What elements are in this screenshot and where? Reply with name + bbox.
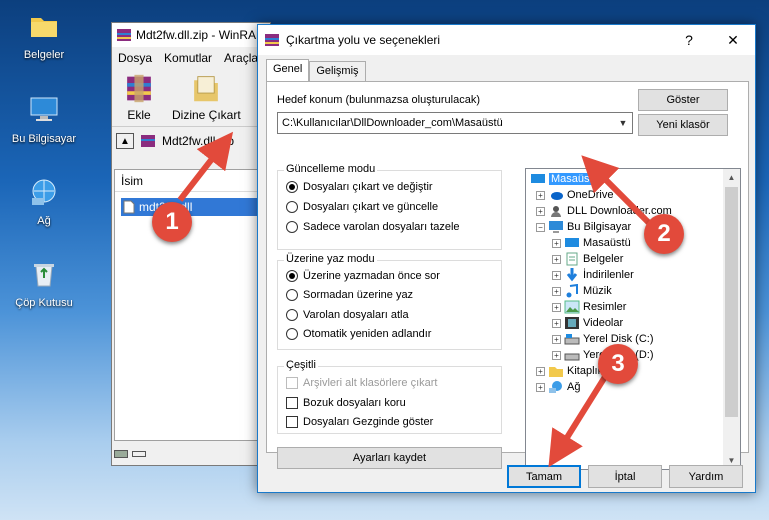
annotation-arrows [177,131,655,468]
annotation-badge-2: 2 [644,214,684,254]
arrow-2 [581,155,655,229]
arrow-1 [177,131,234,202]
arrow-3 [548,370,611,468]
annotation-badge-3: 3 [598,344,638,384]
annotation-badge-1: 1 [152,202,192,242]
